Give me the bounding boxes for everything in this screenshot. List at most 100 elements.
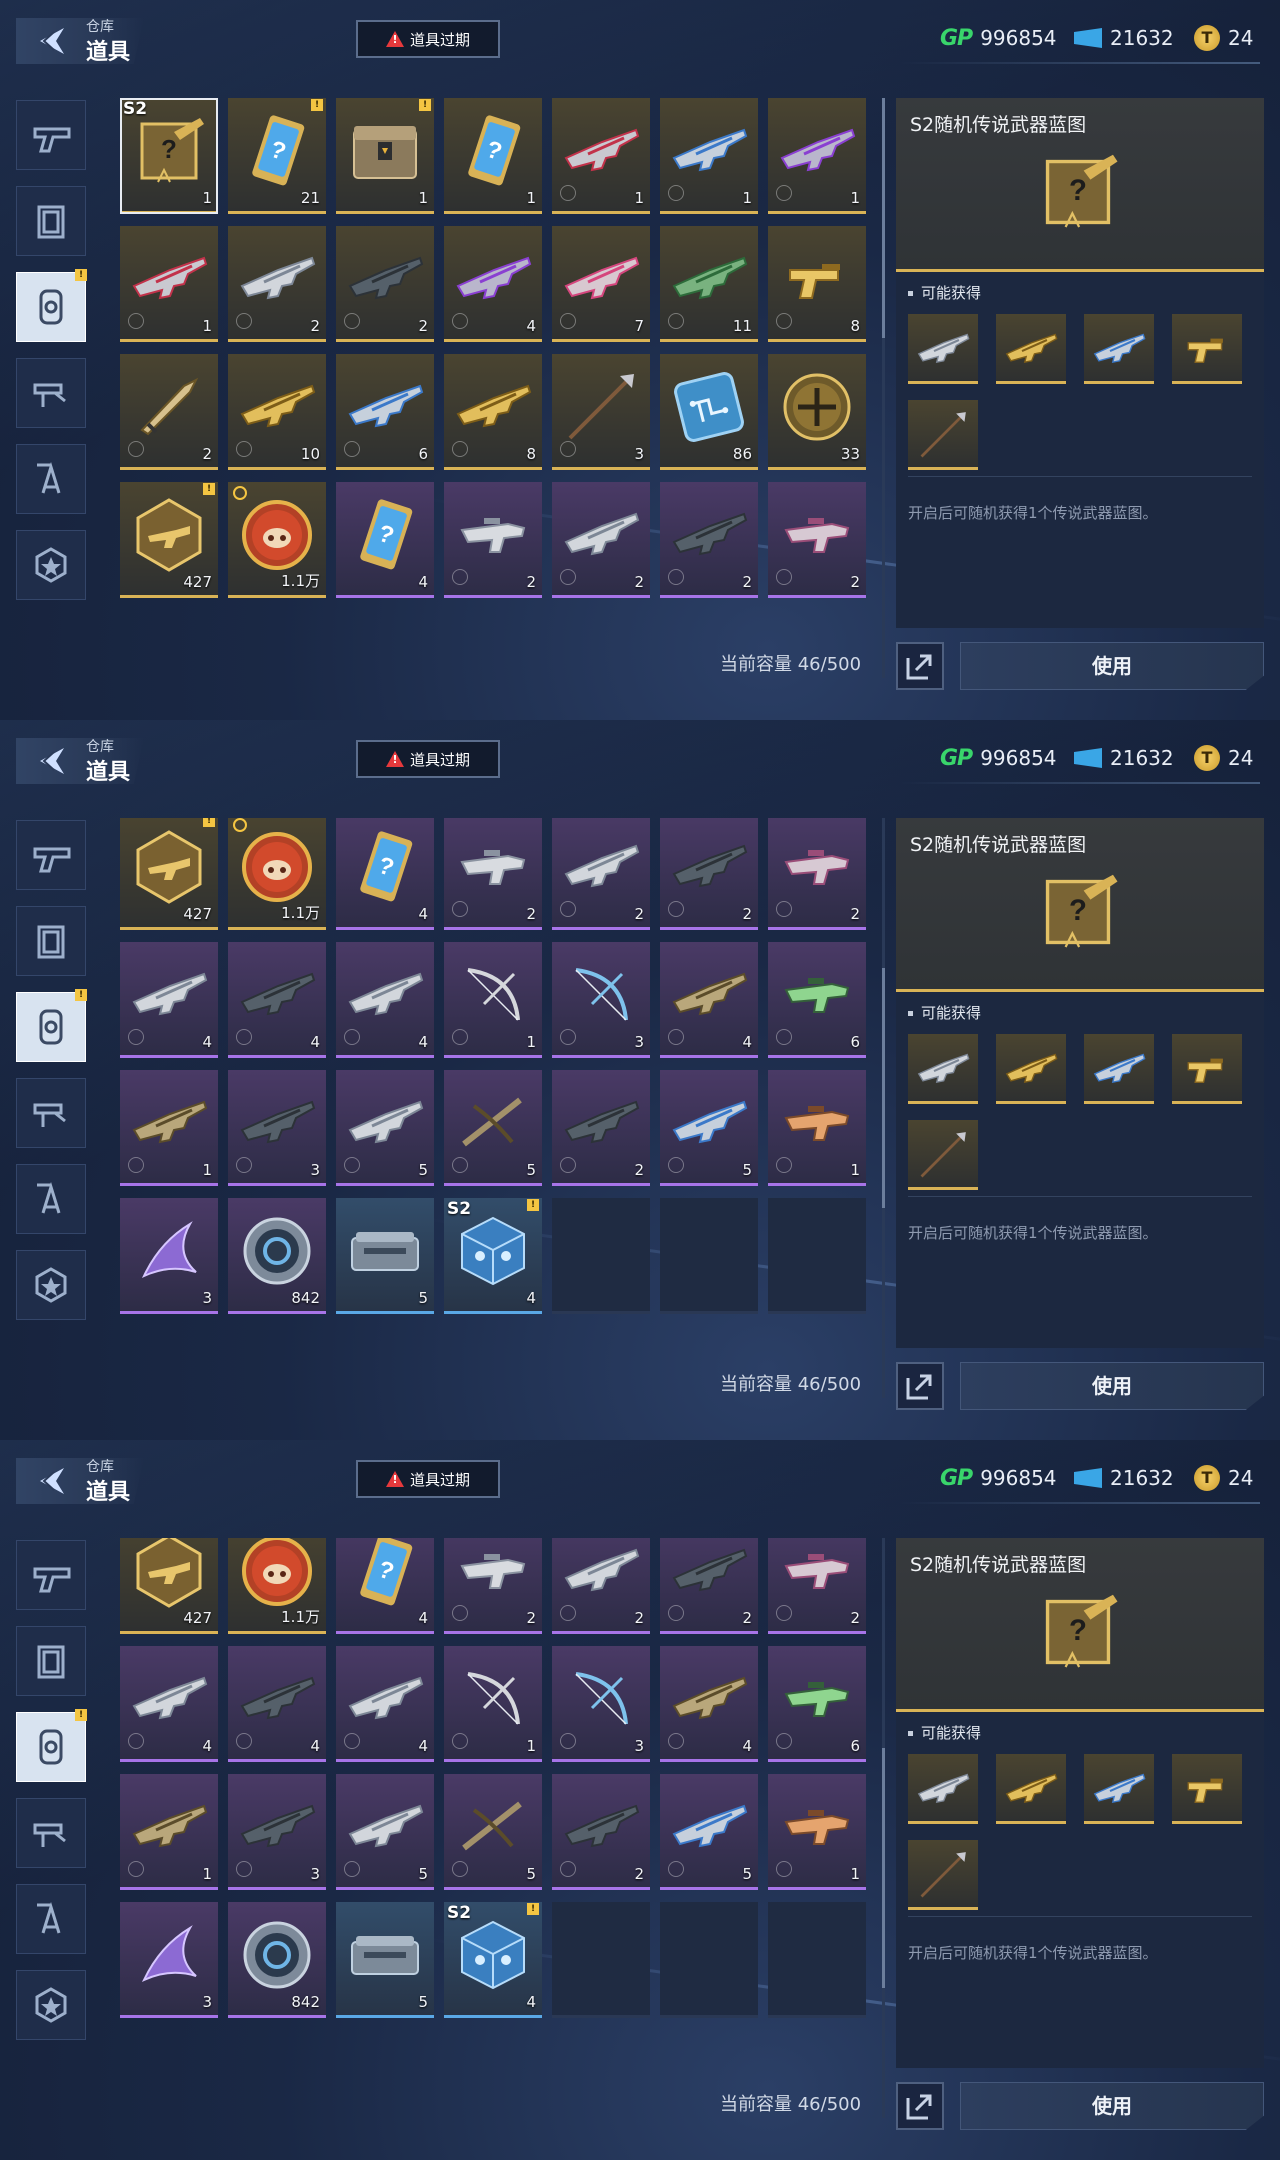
item-slot[interactable]: 2 bbox=[552, 818, 650, 930]
share-button[interactable] bbox=[896, 1362, 944, 1410]
item-slot[interactable]: !427 bbox=[120, 1538, 218, 1634]
item-slot[interactable]: 4 bbox=[444, 226, 542, 342]
rail-tab-frame[interactable] bbox=[16, 1626, 86, 1696]
item-slot[interactable]: 2 bbox=[228, 226, 326, 342]
item-slot[interactable]: ? 1 bbox=[444, 98, 542, 214]
item-slot[interactable]: 2 bbox=[444, 1538, 542, 1634]
rail-tab-badges[interactable] bbox=[16, 1970, 86, 2040]
item-slot[interactable]: 3 bbox=[552, 354, 650, 470]
share-button[interactable] bbox=[896, 2082, 944, 2130]
item-slot[interactable]: 1 bbox=[552, 98, 650, 214]
rail-tab-pistol[interactable] bbox=[16, 1540, 86, 1610]
grid-scrollbar[interactable] bbox=[882, 98, 885, 678]
item-slot[interactable]: 1 bbox=[768, 1774, 866, 1890]
item-slot[interactable]: 1 bbox=[768, 98, 866, 214]
item-slot[interactable]: 4 bbox=[228, 1646, 326, 1762]
item-slot[interactable]: 2 bbox=[444, 818, 542, 930]
item-slot[interactable]: 5 bbox=[336, 1774, 434, 1890]
item-slot[interactable]: 1.1万 bbox=[228, 482, 326, 598]
item-slot[interactable]: 3 bbox=[228, 1070, 326, 1186]
reward-slot[interactable] bbox=[1084, 1754, 1154, 1824]
item-slot[interactable]: 8 bbox=[444, 354, 542, 470]
item-slot[interactable]: !427 bbox=[120, 818, 218, 930]
use-button[interactable]: 使用 bbox=[960, 642, 1264, 690]
reward-slot[interactable] bbox=[908, 1754, 978, 1824]
item-slot[interactable]: 4 bbox=[336, 1646, 434, 1762]
reward-slot[interactable] bbox=[908, 1034, 978, 1104]
item-slot[interactable]: 2 bbox=[552, 1538, 650, 1634]
rail-tab-badges[interactable] bbox=[16, 1250, 86, 1320]
item-slot[interactable]: 2 bbox=[552, 1774, 650, 1890]
item-slot[interactable]: 5 bbox=[336, 1198, 434, 1314]
item-slot[interactable]: 4 bbox=[228, 942, 326, 1058]
item-slot[interactable]: 4 bbox=[336, 942, 434, 1058]
item-grid-viewport[interactable]: ?S21?!21!1?1111122471182106838633!4271.1… bbox=[120, 98, 872, 608]
item-slot[interactable]: 1 bbox=[120, 1070, 218, 1186]
reward-slot[interactable] bbox=[1172, 1034, 1242, 1104]
item-slot[interactable]: 1 bbox=[444, 1646, 542, 1762]
item-slot[interactable]: ? S2 1 bbox=[120, 98, 218, 214]
item-slot[interactable]: 1 bbox=[444, 942, 542, 1058]
item-slot[interactable]: 4 bbox=[660, 942, 758, 1058]
reward-slot[interactable] bbox=[1172, 314, 1242, 384]
rail-tab-badges[interactable] bbox=[16, 530, 86, 600]
share-button[interactable] bbox=[896, 642, 944, 690]
item-slot[interactable]: !427 bbox=[120, 482, 218, 598]
item-grid-viewport[interactable]: ?S21?!21!1?1111122471182106838633!4271.1… bbox=[120, 1538, 872, 2048]
reward-slot[interactable] bbox=[908, 1120, 978, 1190]
reward-slot[interactable] bbox=[908, 1840, 978, 1910]
reward-slot[interactable] bbox=[1084, 314, 1154, 384]
rail-tab-attachments[interactable] bbox=[16, 1798, 86, 1868]
expired-items-button[interactable]: 道具过期 bbox=[356, 20, 500, 58]
rail-tab-consumables[interactable]: ! bbox=[16, 1709, 87, 1782]
item-slot[interactable]: 11 bbox=[660, 226, 758, 342]
item-slot[interactable]: 1.1万 bbox=[228, 818, 326, 930]
rail-tab-frame[interactable] bbox=[16, 186, 86, 256]
reward-slot[interactable] bbox=[908, 314, 978, 384]
item-slot[interactable]: 33 bbox=[768, 354, 866, 470]
expired-items-button[interactable]: 道具过期 bbox=[356, 740, 500, 778]
rail-tab-blueprints[interactable] bbox=[16, 444, 86, 514]
item-slot[interactable]: 10 bbox=[228, 354, 326, 470]
item-slot[interactable]: 2 bbox=[660, 818, 758, 930]
item-slot[interactable]: 842 bbox=[228, 1198, 326, 1314]
rail-tab-consumables[interactable]: ! bbox=[16, 989, 87, 1062]
rail-tab-pistol[interactable] bbox=[16, 820, 86, 890]
item-slot[interactable]: 8 bbox=[768, 226, 866, 342]
item-slot[interactable]: 2 bbox=[768, 1538, 866, 1634]
item-slot[interactable]: S2! 4 bbox=[444, 1902, 542, 2018]
item-slot[interactable]: 2 bbox=[552, 1070, 650, 1186]
scrollbar-thumb[interactable] bbox=[882, 1748, 885, 1988]
item-slot[interactable]: ? 4 bbox=[336, 482, 434, 598]
item-slot[interactable]: 2 bbox=[444, 482, 542, 598]
item-slot[interactable]: 842 bbox=[228, 1902, 326, 2018]
item-slot[interactable]: 1 bbox=[120, 1774, 218, 1890]
item-slot[interactable]: 5 bbox=[444, 1774, 542, 1890]
item-slot[interactable]: 1 bbox=[120, 226, 218, 342]
rail-tab-pistol[interactable] bbox=[16, 100, 86, 170]
item-slot[interactable]: 2 bbox=[660, 482, 758, 598]
reward-slot[interactable] bbox=[1172, 1754, 1242, 1824]
item-slot[interactable]: ? 4 bbox=[336, 818, 434, 930]
item-slot[interactable]: 3 bbox=[228, 1774, 326, 1890]
reward-slot[interactable] bbox=[1084, 1034, 1154, 1104]
item-slot[interactable]: 2 bbox=[552, 482, 650, 598]
item-slot[interactable]: 6 bbox=[336, 354, 434, 470]
item-slot[interactable]: S2! 4 bbox=[444, 1198, 542, 1314]
item-slot[interactable]: ? 4 bbox=[336, 1538, 434, 1634]
reward-slot[interactable] bbox=[996, 1034, 1066, 1104]
item-slot[interactable]: 3 bbox=[120, 1198, 218, 1314]
item-slot[interactable]: 1.1万 bbox=[228, 1538, 326, 1634]
item-slot[interactable]: 1 bbox=[660, 98, 758, 214]
item-slot[interactable]: 4 bbox=[120, 1646, 218, 1762]
grid-scrollbar[interactable] bbox=[882, 818, 885, 1398]
item-slot[interactable]: 2 bbox=[660, 1538, 758, 1634]
item-slot[interactable]: ! 1 bbox=[336, 98, 434, 214]
rail-tab-attachments[interactable] bbox=[16, 1078, 86, 1148]
item-slot[interactable]: 86 bbox=[660, 354, 758, 470]
item-slot[interactable]: 5 bbox=[444, 1070, 542, 1186]
item-slot[interactable]: 5 bbox=[336, 1070, 434, 1186]
item-slot[interactable]: 2 bbox=[336, 226, 434, 342]
item-slot[interactable]: 5 bbox=[336, 1902, 434, 2018]
reward-slot[interactable] bbox=[996, 314, 1066, 384]
